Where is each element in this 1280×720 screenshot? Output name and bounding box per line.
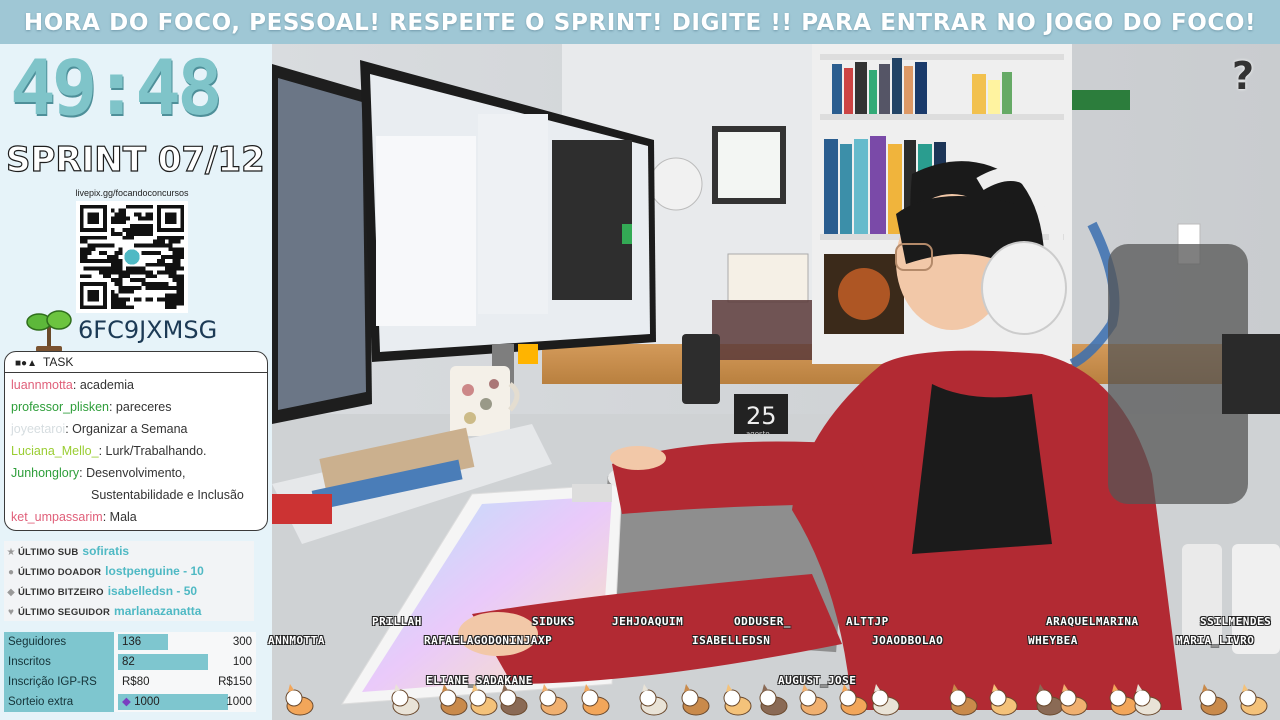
donation-url: livepix.gg/focandoconcursos xyxy=(75,188,189,198)
task-row: luannmotta: academia xyxy=(11,378,135,392)
last-follower-row: ♥ ÚLTIMO SEGUIDOR marlanazanatta xyxy=(4,601,254,621)
top-banner: HORA DO FOCO, PESSOAL! RESPEITE O SPRINT… xyxy=(0,0,1280,44)
last-sub-row: ★ ÚLTIMO SUB sofiratis xyxy=(4,541,254,561)
task-text: pareceres xyxy=(115,400,172,414)
task-panel-header: ■●▲ TASK xyxy=(5,352,267,373)
task-user: luannmotta xyxy=(11,378,73,392)
task-text: Desenvolvimento, xyxy=(86,466,186,480)
chatter-name: ALTTJP xyxy=(846,615,889,628)
goal-max: 1000 xyxy=(226,696,252,708)
chatter-name: JOAODBOLAO xyxy=(872,634,944,647)
chatter-name: WHEYBEA xyxy=(1028,634,1078,647)
calendar-month: agosto xyxy=(746,430,770,438)
task-text: Lurk/Trabalhando. xyxy=(105,444,207,458)
flip-calendar: 25 agosto xyxy=(734,394,788,438)
sprint-counter: SPRINT 07/12 xyxy=(5,139,265,180)
chatter-name: ODDUSER_ xyxy=(734,615,791,628)
last-sub-value: sofiratis xyxy=(82,544,130,558)
chatter-name: PRILLAH xyxy=(372,615,422,628)
goal-current: R$80 xyxy=(122,676,150,688)
chatter-name: SIDUKS xyxy=(532,615,575,628)
task-list: luannmotta: academia professor_plisken: … xyxy=(5,374,267,530)
goal-row: Seguidores 136 300 xyxy=(4,632,256,652)
task-panel-title: TASK xyxy=(42,355,74,369)
goal-label: Inscritos xyxy=(4,652,114,672)
focus-timer: 49:48 xyxy=(10,44,223,132)
donation-code: 6FC9JXMSG xyxy=(78,316,218,344)
gem-icon: ◆ xyxy=(7,587,15,598)
calendar-day: 25 xyxy=(746,402,777,430)
chatter-name: ANNMOTTA xyxy=(268,634,325,647)
task-row: professor_plisken: pareceres xyxy=(11,400,172,414)
goal-label: Sorteio extra xyxy=(4,692,114,712)
chatter-name: ELIANE_SADAKANE xyxy=(426,674,533,687)
task-text: academia xyxy=(79,378,135,392)
chatter-name: MARIA_LIVRO xyxy=(1176,634,1255,647)
goal-row: Inscrição IGP-RS R$80 R$150 xyxy=(4,672,256,692)
goal-max: 100 xyxy=(232,656,252,668)
task-user: ket_umpassarim xyxy=(11,510,103,524)
chatter-name: SSILMENDES xyxy=(1200,615,1272,628)
heart-icon: ♥ xyxy=(8,607,14,618)
stream-sidebar: 49:48 SPRINT 07/12 livepix.gg/focandocon… xyxy=(0,44,272,720)
gem-icon: ◆ xyxy=(122,696,131,708)
goal-current: 136 xyxy=(122,636,142,648)
goal-row: Sorteio extra ◆ 1000 1000 xyxy=(4,692,256,712)
task-text: Mala xyxy=(109,510,137,524)
goal-current: 82 xyxy=(122,656,135,668)
goal-label: Seguidores xyxy=(4,632,114,652)
goal-label: Inscrição IGP-RS xyxy=(4,672,114,692)
nail-polish-bottles xyxy=(712,300,812,360)
task-user: Junhonglory xyxy=(11,466,80,480)
chatter-name: RAFAELAGODONINJAXP xyxy=(424,634,553,647)
last-follower-value: marlanazanatta xyxy=(114,604,202,618)
task-user: professor_plisken xyxy=(11,400,109,414)
banner-text: HORA DO FOCO, PESSOAL! RESPEITE O SPRINT… xyxy=(23,10,1257,36)
task-user: Luciana_Mello_ xyxy=(11,444,99,458)
goal-max: 300 xyxy=(232,636,252,648)
mug xyxy=(450,366,520,436)
sprout-icon xyxy=(26,310,72,352)
goal-row: Inscritos 82 100 xyxy=(4,652,256,672)
dots-icon: ■●▲ xyxy=(15,358,37,369)
qr-code xyxy=(76,201,188,313)
help-icon: ? xyxy=(1231,54,1254,98)
drop-icon: ● xyxy=(7,567,15,578)
task-panel: ■●▲ TASK luannmotta: academia professor_p… xyxy=(4,351,268,531)
goals-panel: Seguidores 136 300 Inscritos 82 100 Inscriçã… xyxy=(4,632,256,712)
chatter-name: JEHJOAQUIM xyxy=(612,615,684,628)
chatter-name: ARAQUELMARINA xyxy=(1046,615,1139,628)
chatter-name: AUGUST_JOSE xyxy=(778,674,857,687)
task-user: joyeetaroi xyxy=(11,422,66,436)
last-donor-value: lostpenguine - 10 xyxy=(105,564,204,578)
monitor-left xyxy=(272,64,372,424)
last-bits-value: isabelledsn - 50 xyxy=(107,584,198,598)
task-text: Organizar a Semana xyxy=(72,422,188,436)
goal-current: ◆ 1000 xyxy=(122,696,160,708)
task-row: joyeetaroi: Organizar a Semana xyxy=(11,422,188,436)
last-donor-row: ● ÚLTIMO DOADOR lostpenguine - 10 xyxy=(4,561,254,581)
task-row: Luciana_Mello_: Lurk/Trabalhando. xyxy=(11,444,207,458)
task-row: Junhonglory: Desenvolvimento, Sustentabil… xyxy=(11,462,261,506)
task-row: ket_umpassarim: Mala xyxy=(11,510,137,524)
last-events-box: ★ ÚLTIMO SUB sofiratis ● ÚLTIMO DOADOR lostp… xyxy=(4,541,254,621)
star-icon: ★ xyxy=(6,547,16,558)
last-bits-row: ◆ ÚLTIMO BITZEIRO isabelledsn - 50 xyxy=(4,581,254,601)
chatter-name: ISABELLEDSN xyxy=(692,634,771,647)
goal-max: R$150 xyxy=(218,676,252,688)
task-text-continued: Sustentabilidade e Inclusão xyxy=(91,488,244,502)
